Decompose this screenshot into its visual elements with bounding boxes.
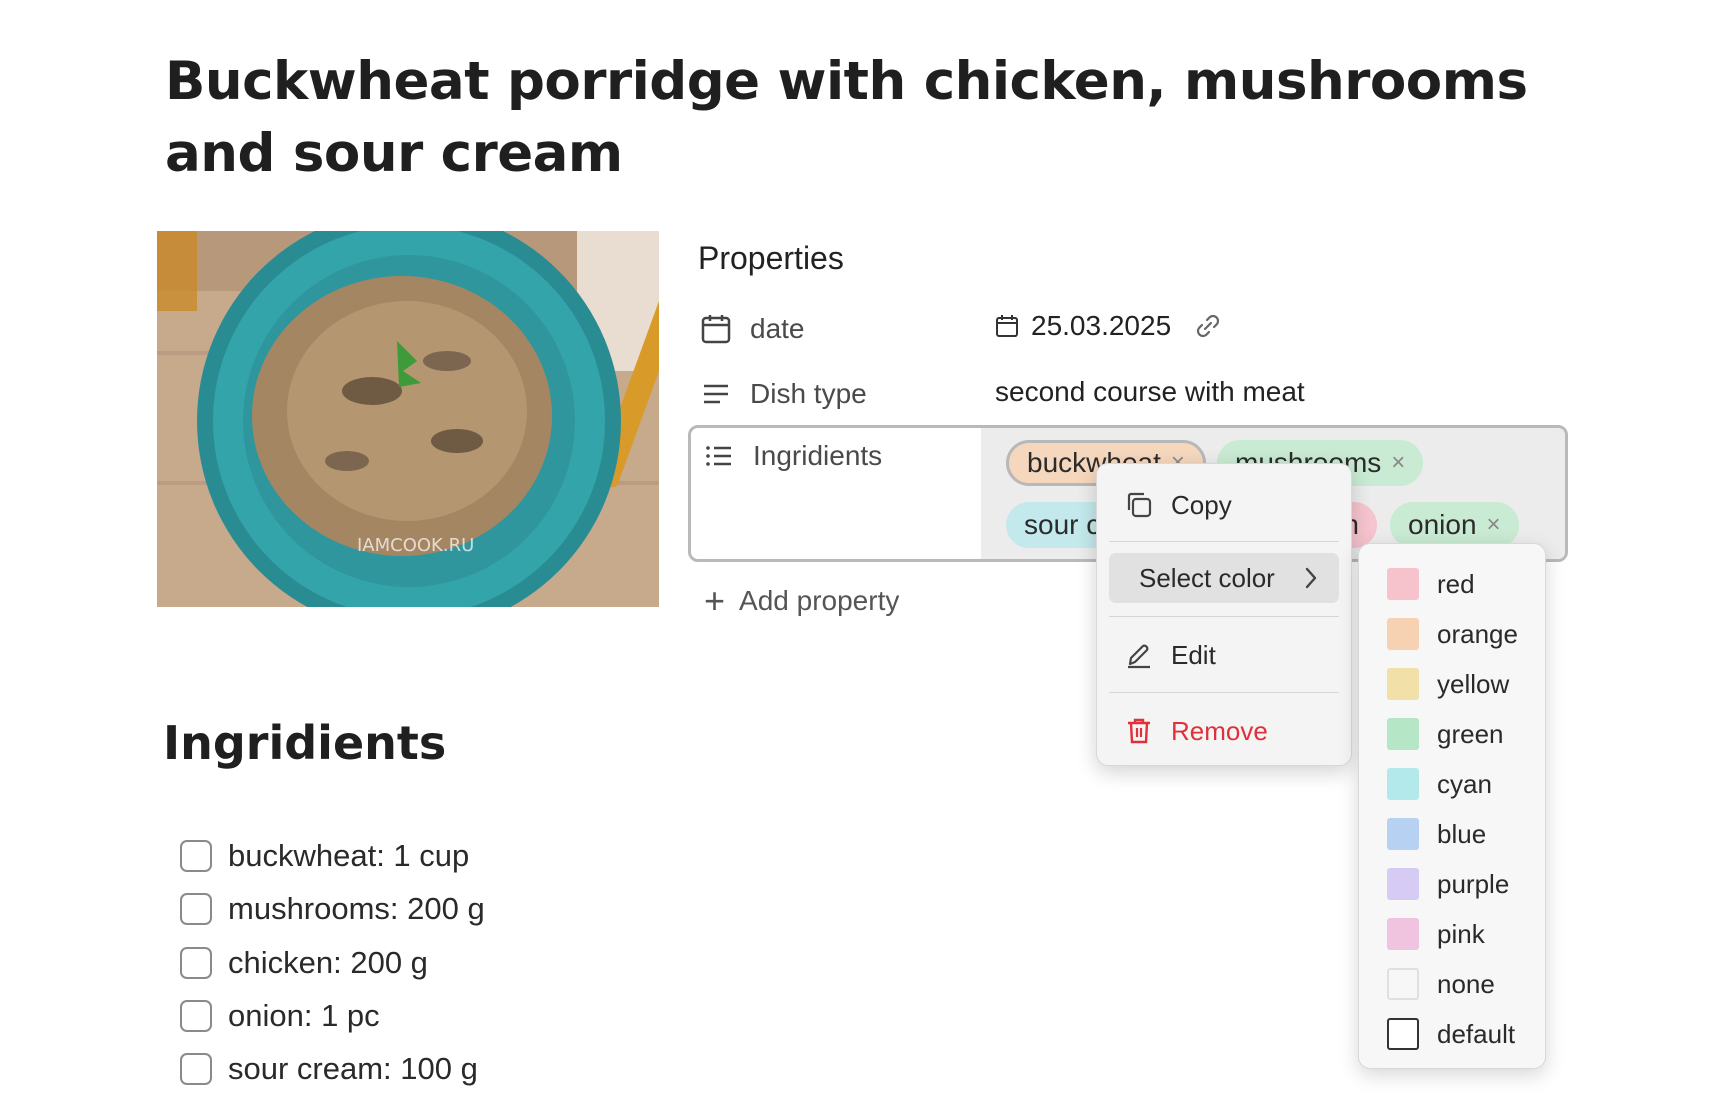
checklist-item-label: buckwheat: 1 cup	[228, 838, 470, 873]
tag-context-menu: Copy Select color Edit Remove	[1096, 463, 1352, 766]
page-title[interactable]: Buckwheat porridge with chicken, mushroo…	[165, 46, 1565, 190]
menu-item-label: Select color	[1139, 562, 1275, 593]
trash-icon	[1121, 713, 1157, 749]
watermark-text: IAMCOOK.RU	[357, 535, 474, 556]
color-swatch	[1387, 1018, 1419, 1050]
color-option-cyan[interactable]: cyan	[1387, 764, 1492, 804]
menu-divider	[1109, 692, 1339, 693]
date-value[interactable]: 25.03.2025	[995, 310, 1223, 342]
color-swatch	[1387, 718, 1419, 750]
color-label: pink	[1437, 918, 1485, 949]
plus-icon: +	[704, 580, 726, 621]
color-label: red	[1437, 568, 1475, 599]
color-swatch	[1387, 868, 1419, 900]
color-submenu: red orange yellow green cyan blue purple…	[1358, 543, 1546, 1069]
add-property-label: Add property	[739, 585, 900, 616]
menu-divider	[1109, 616, 1339, 617]
checklist-item-label: chicken: 200 g	[228, 945, 428, 980]
checklist-item[interactable]: sour cream: 100 g	[180, 1047, 478, 1091]
remove-tag-icon[interactable]: ×	[1487, 511, 1501, 539]
checklist-item-label: mushrooms: 200 g	[228, 891, 485, 926]
property-name-date: date	[750, 313, 805, 344]
color-option-pink[interactable]: pink	[1387, 914, 1485, 954]
checklist-item[interactable]: mushrooms: 200 g	[180, 887, 485, 931]
tag-onion[interactable]: onion ×	[1390, 502, 1519, 548]
color-swatch	[1387, 968, 1419, 1000]
menu-item-select-color[interactable]: Select color	[1109, 553, 1339, 603]
remove-tag-icon[interactable]: ×	[1391, 449, 1405, 477]
checkbox[interactable]	[180, 947, 212, 979]
color-swatch	[1387, 768, 1419, 800]
color-swatch	[1387, 668, 1419, 700]
dish-type-value[interactable]: second course with meat	[995, 376, 1305, 408]
menu-item-copy[interactable]: Copy	[1109, 480, 1339, 530]
color-option-blue[interactable]: blue	[1387, 814, 1486, 854]
color-swatch	[1387, 568, 1419, 600]
color-option-green[interactable]: green	[1387, 714, 1504, 754]
color-swatch	[1387, 818, 1419, 850]
pencil-icon	[1121, 637, 1157, 673]
color-option-default[interactable]: default	[1387, 1014, 1515, 1054]
color-option-orange[interactable]: orange	[1387, 614, 1518, 654]
checkbox[interactable]	[180, 1000, 212, 1032]
property-name-ingredients: Ingridients	[753, 440, 883, 471]
color-swatch	[1387, 918, 1419, 950]
color-label: orange	[1437, 618, 1518, 649]
color-label: purple	[1437, 868, 1510, 899]
text-lines-icon	[698, 376, 734, 412]
small-calendar-icon	[995, 314, 1019, 338]
color-label: green	[1437, 718, 1504, 749]
color-option-purple[interactable]: purple	[1387, 864, 1509, 904]
color-option-none[interactable]: none	[1387, 964, 1495, 1004]
checklist-item[interactable]: onion: 1 pc	[180, 994, 380, 1038]
date-text: 25.03.2025	[1031, 310, 1172, 341]
copy-icon	[1121, 487, 1157, 523]
add-property-button[interactable]: + Add property	[704, 579, 899, 623]
color-label: blue	[1437, 818, 1487, 849]
checklist-item[interactable]: buckwheat: 1 cup	[180, 834, 469, 878]
menu-item-remove[interactable]: Remove	[1109, 706, 1339, 756]
color-option-yellow[interactable]: yellow	[1387, 664, 1509, 704]
color-label: yellow	[1437, 668, 1510, 699]
property-name-dish-type: Dish type	[750, 378, 867, 409]
property-dish-type[interactable]: Dish type	[698, 370, 867, 418]
menu-item-label: Edit	[1171, 639, 1216, 670]
color-label: none	[1437, 968, 1495, 999]
checkbox[interactable]	[180, 1053, 212, 1085]
property-date[interactable]: date	[698, 305, 805, 353]
menu-item-edit[interactable]: Edit	[1109, 630, 1339, 680]
cover-image[interactable]: IAMCOOK.RU	[157, 231, 659, 607]
chevron-right-icon	[1301, 565, 1321, 591]
section-heading-ingredients[interactable]: Ingridients	[163, 716, 446, 770]
menu-item-label: Copy	[1171, 489, 1232, 520]
checklist-item-label: onion: 1 pc	[228, 998, 380, 1033]
checkbox[interactable]	[180, 840, 212, 872]
food-photo: IAMCOOK.RU	[157, 231, 659, 607]
menu-item-label: Remove	[1171, 715, 1268, 746]
link-icon[interactable]	[1193, 311, 1223, 341]
list-icon	[701, 438, 737, 474]
checklist-item-label: sour cream: 100 g	[228, 1051, 478, 1086]
checkbox[interactable]	[180, 893, 212, 925]
calendar-icon	[698, 311, 734, 347]
menu-divider	[1109, 541, 1339, 542]
tag-label: onion	[1408, 509, 1477, 540]
color-swatch	[1387, 618, 1419, 650]
properties-heading: Properties	[698, 240, 844, 276]
color-option-red[interactable]: red	[1387, 564, 1475, 604]
checklist-item[interactable]: chicken: 200 g	[180, 941, 428, 985]
color-label: default	[1437, 1018, 1516, 1049]
color-label: cyan	[1437, 768, 1492, 799]
